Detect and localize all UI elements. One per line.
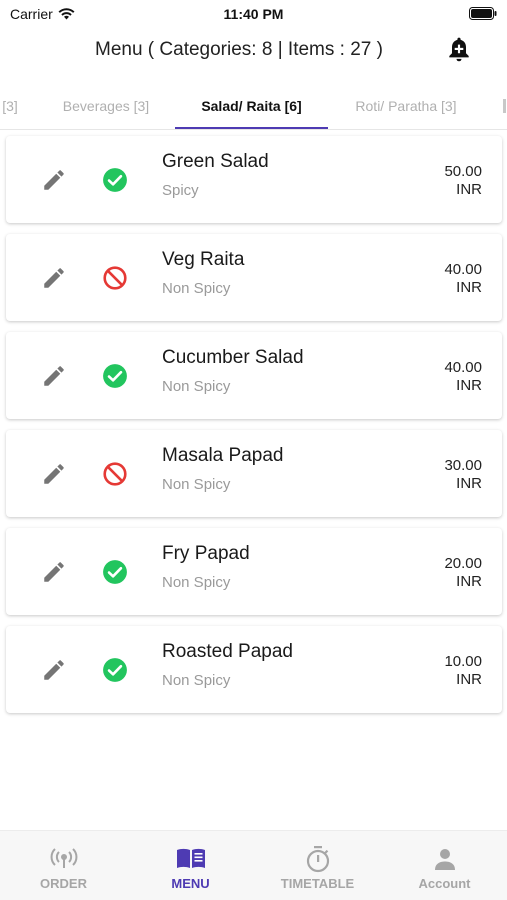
tab-roti-paratha[interactable]: Roti/ Paratha [3] [336, 82, 476, 129]
bell-plus-icon [449, 37, 469, 62]
edit-icon[interactable] [41, 461, 67, 487]
menu-item-card[interactable]: Roasted Papad Non Spicy 10.00 INR [6, 626, 502, 713]
price-value: 50.00 [444, 163, 482, 180]
available-check-icon[interactable] [102, 657, 128, 683]
item-price: 40.00 INR [444, 359, 482, 395]
bottom-navigation: ORDER MENU TIMETABLE Account [0, 830, 507, 900]
item-name: Green Salad [162, 151, 269, 172]
item-price: 20.00 INR [444, 555, 482, 591]
item-name: Roasted Papad [162, 641, 293, 662]
add-notification-button[interactable] [444, 34, 474, 66]
available-check-icon[interactable] [102, 167, 128, 193]
item-price: 10.00 INR [444, 653, 482, 689]
price-currency: INR [456, 377, 482, 394]
item-spice-level: Non Spicy [162, 476, 231, 493]
price-value: 10.00 [444, 653, 482, 670]
available-check-icon[interactable] [102, 363, 128, 389]
tab-beverages[interactable]: Beverages [3] [46, 82, 166, 129]
edit-icon[interactable] [41, 265, 67, 291]
nav-menu-label: MENU [171, 876, 210, 891]
tab-previous-category[interactable]: [3] [0, 82, 22, 129]
price-currency: INR [456, 279, 482, 296]
edit-icon[interactable] [41, 363, 67, 389]
price-value: 20.00 [444, 555, 482, 572]
item-spice-level: Non Spicy [162, 378, 231, 395]
item-price: 40.00 INR [444, 261, 482, 297]
item-name: Cucumber Salad [162, 347, 304, 368]
item-spice-level: Non Spicy [162, 574, 231, 591]
item-price: 50.00 INR [444, 163, 482, 199]
nav-account-label: Account [418, 876, 471, 891]
price-value: 40.00 [444, 261, 482, 278]
unavailable-block-icon[interactable] [102, 461, 128, 487]
available-check-icon[interactable] [102, 559, 128, 585]
menu-book-icon [176, 848, 205, 868]
menu-item-card[interactable]: Masala Papad Non Spicy 30.00 INR [6, 430, 502, 517]
price-currency: INR [456, 181, 482, 198]
menu-item-card[interactable]: Veg Raita Non Spicy 40.00 INR [6, 234, 502, 321]
nav-timetable-label: TIMETABLE [280, 876, 355, 891]
unavailable-block-icon[interactable] [102, 265, 128, 291]
menu-item-card[interactable]: Green Salad Spicy 50.00 INR [6, 136, 502, 223]
person-icon [434, 849, 455, 870]
nav-order[interactable]: ORDER [0, 831, 127, 900]
stopwatch-icon [306, 846, 329, 873]
page-title: Menu ( Categories: 8 | Items : 27 ) [95, 39, 383, 60]
item-spice-level: Non Spicy [162, 280, 231, 297]
nav-account[interactable]: Account [381, 831, 507, 900]
item-price: 30.00 INR [444, 457, 482, 493]
item-spice-level: Spicy [162, 182, 199, 199]
nav-order-label: ORDER [40, 876, 87, 891]
price-currency: INR [456, 671, 482, 688]
nav-menu[interactable]: MENU [127, 831, 254, 900]
status-time: 11:40 PM [223, 6, 284, 22]
price-value: 40.00 [444, 359, 482, 376]
price-currency: INR [456, 475, 482, 492]
price-value: 30.00 [444, 457, 482, 474]
tab-salad-raita[interactable]: Salad/ Raita [6] [175, 82, 328, 129]
edit-icon[interactable] [41, 167, 67, 193]
edit-icon[interactable] [41, 657, 67, 683]
battery-icon [469, 7, 497, 25]
price-currency: INR [456, 573, 482, 590]
menu-item-card[interactable]: Cucumber Salad Non Spicy 40.00 INR [6, 332, 502, 419]
item-name: Masala Papad [162, 445, 284, 466]
broadcast-icon [50, 848, 77, 868]
nav-timetable[interactable]: TIMETABLE [254, 831, 381, 900]
app-header: Menu ( Categories: 8 | Items : 27 ) [0, 30, 507, 70]
edit-icon[interactable] [41, 559, 67, 585]
item-spice-level: Non Spicy [162, 672, 231, 689]
menu-item-card[interactable]: Fry Papad Non Spicy 20.00 INR [6, 528, 502, 615]
category-tabs: [3] Beverages [3] Salad/ Raita [6] Roti/… [0, 82, 507, 130]
active-tab-indicator [175, 127, 328, 129]
item-name: Fry Papad [162, 543, 250, 564]
tab-next-edge [503, 99, 506, 113]
status-bar: Carrier 11:40 PM [0, 0, 507, 28]
item-name: Veg Raita [162, 249, 245, 270]
